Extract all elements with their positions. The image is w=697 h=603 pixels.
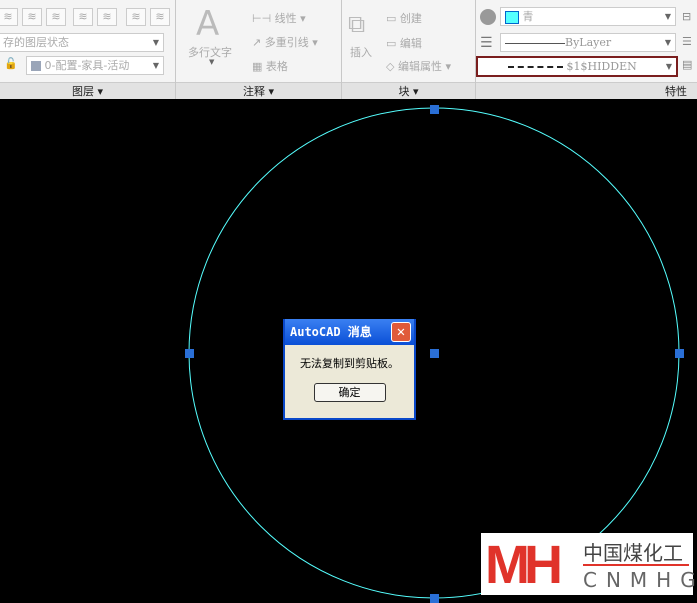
- layer-tool-icon[interactable]: ≋: [97, 8, 117, 26]
- logo-cn-text: 中国煤化工: [583, 541, 683, 565]
- linear-button[interactable]: ⊢⊣ 线性 ▾: [252, 10, 306, 26]
- grip-center[interactable]: [430, 349, 439, 358]
- color-wheel-icon: [480, 9, 496, 25]
- lineweight-combo[interactable]: ByLayer ▼: [500, 33, 676, 52]
- dialog-title: AutoCAD 消息: [290, 325, 372, 339]
- grip-top[interactable]: [430, 105, 439, 114]
- mleader-button[interactable]: ↗ 多重引线 ▾: [252, 34, 318, 50]
- chevron-down-icon: ▼: [209, 58, 215, 66]
- solid-line-preview: [505, 42, 565, 44]
- match-properties-icon[interactable]: ⊟: [682, 10, 691, 23]
- annotation-title: 注释: [242, 85, 265, 98]
- edit-label: 编辑: [399, 37, 422, 50]
- layer-state-combo[interactable]: 存的图层状态 ▼: [0, 33, 164, 52]
- chevron-down-icon: ▼: [152, 61, 159, 70]
- block-panel: ⧉ 插入 ▭ 创建 ▭ 编辑 ◇ 编辑属性 ▾ 块 ▾: [342, 0, 476, 99]
- ok-button[interactable]: 确定: [313, 383, 386, 402]
- chevron-down-icon: ▼: [152, 38, 159, 47]
- watermark-logo: MH 中国煤化工 CNMHG: [481, 533, 696, 595]
- color-value: 青: [522, 10, 534, 23]
- layer-tool-icon[interactable]: ≋: [150, 8, 170, 26]
- table-label: 表格: [265, 60, 288, 73]
- layers-panel: ≋ ≋ ≋ ≋ ≋ ≋ ≋ 存的图层状态 ▼ 🔓 0-配置-家具-活动 ▼ 图层 ▾: [0, 0, 176, 99]
- edit-attr-label: 编辑属性: [397, 60, 442, 73]
- linetype-value: $1$HIDDEN: [566, 60, 637, 73]
- create-block-button[interactable]: ▭ 创建: [386, 10, 422, 26]
- mleader-label: 多重引线: [264, 36, 309, 49]
- layers-panel-title[interactable]: 图层 ▾: [0, 82, 175, 99]
- layer-color-swatch: [31, 61, 41, 71]
- logo-mark: MH: [485, 535, 563, 595]
- chevron-down-icon: ▼: [664, 12, 671, 21]
- create-label: 创建: [399, 12, 422, 25]
- chevron-down-icon: ▼: [664, 38, 671, 47]
- color-combo[interactable]: 青 ▼: [500, 7, 676, 26]
- annotation-panel: A 多行文字 ▼ ⊢⊣ 线性 ▾ ↗ 多重引线 ▾ ▦ 表格 注释 ▾: [176, 0, 342, 99]
- properties-panel-title[interactable]: 特性: [476, 82, 697, 99]
- insert-icon[interactable]: ⧉: [348, 10, 365, 38]
- logo-en-text: CNMHG: [583, 568, 697, 592]
- lineweight-value: ByLayer: [565, 36, 612, 49]
- layer-tool-icon[interactable]: ≋: [0, 8, 18, 26]
- list-icon[interactable]: ▤: [682, 58, 692, 71]
- layer-value: 0-配置-家具-活动: [44, 59, 130, 72]
- grip-right[interactable]: [675, 349, 684, 358]
- chevron-down-icon: ▼: [665, 62, 672, 71]
- block-title: 块: [398, 85, 410, 98]
- layer-state-value: 存的图层状态: [3, 36, 69, 49]
- dialog-message: 无法复制到剪贴板。: [300, 357, 399, 370]
- dashed-line-preview: [508, 66, 563, 68]
- edit-block-button[interactable]: ▭ 编辑: [386, 35, 422, 51]
- layer-tool-icon[interactable]: ≋: [22, 8, 42, 26]
- layer-combo[interactable]: 0-配置-家具-活动 ▼: [26, 56, 164, 75]
- ribbon: ≋ ≋ ≋ ≋ ≋ ≋ ≋ 存的图层状态 ▼ 🔓 0-配置-家具-活动 ▼ 图层 ▾…: [0, 0, 697, 99]
- layers-title: 图层: [71, 85, 94, 98]
- annotation-panel-title[interactable]: 注释 ▾: [176, 82, 341, 99]
- layer-tool-icon[interactable]: ≋: [126, 8, 146, 26]
- table-button[interactable]: ▦ 表格: [252, 58, 288, 74]
- lineweight-icon: ☰: [480, 35, 493, 51]
- insert-button[interactable]: 插入: [350, 44, 372, 60]
- close-icon[interactable]: ✕: [391, 322, 411, 342]
- lock-icon[interactable]: 🔓: [4, 57, 18, 70]
- linear-label: 线性: [274, 12, 297, 25]
- properties-title: 特性: [665, 85, 687, 98]
- layer-tool-icon[interactable]: ≋: [73, 8, 93, 26]
- message-dialog: AutoCAD 消息 ✕ 无法复制到剪贴板。 确定: [283, 319, 416, 420]
- block-panel-title[interactable]: 块 ▾: [342, 82, 475, 99]
- grip-left[interactable]: [185, 349, 194, 358]
- mtext-icon[interactable]: A: [196, 4, 219, 44]
- edit-attr-button[interactable]: ◇ 编辑属性 ▾: [386, 58, 451, 74]
- dialog-titlebar: AutoCAD 消息 ✕: [285, 319, 414, 345]
- linetype-combo[interactable]: $1$HIDDEN ▼: [476, 56, 678, 77]
- layer-tool-icon[interactable]: ≋: [46, 8, 66, 26]
- logo-divider: [583, 564, 689, 566]
- list-icon[interactable]: ☰: [682, 35, 692, 48]
- color-swatch: [505, 10, 519, 24]
- properties-panel: 青 ▼ ☰ ByLayer ▼ $1$HIDDEN ▼ ⊟ ☰ ▤ 特性: [476, 0, 697, 99]
